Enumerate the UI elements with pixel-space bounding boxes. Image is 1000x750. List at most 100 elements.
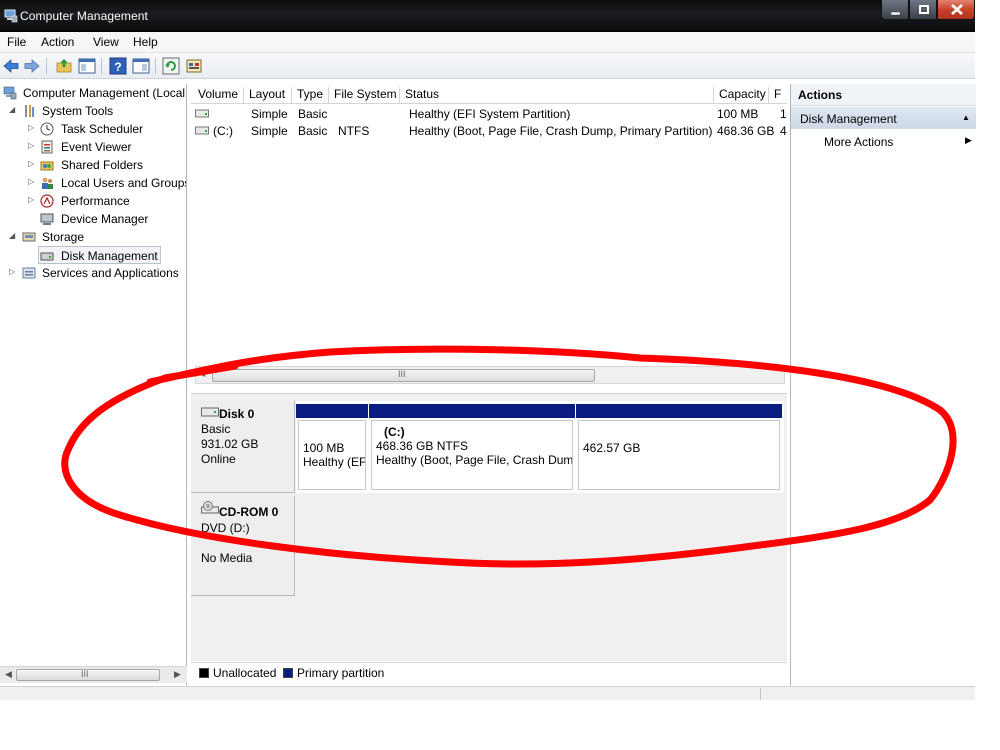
tree-item-performance[interactable]: ▷ Performance [0,192,186,210]
scroll-grip: III [81,669,89,679]
menu-help[interactable]: Help [133,35,158,49]
menu-action[interactable]: Action [41,35,74,49]
tree-item-storage[interactable]: ◢ Storage [0,228,186,246]
disk-type: Basic [201,422,231,436]
disk-name: CD-ROM 0 [219,505,279,519]
tree-item-device-manager[interactable]: Device Manager [0,210,186,228]
column-header-volume[interactable]: Volume [194,87,244,103]
partition-c[interactable]: (C:) 468.36 GB NTFS Healthy (Boot, Page … [369,401,575,493]
disk-status: No Media [201,551,253,565]
tree-label: Device Manager [61,212,149,226]
partition-label: (C:) [384,425,405,439]
back-arrow-icon[interactable] [2,57,20,75]
collapse-up-arrow-icon[interactable]: ▲ [962,113,970,122]
tree-horizontal-scrollbar[interactable]: ◀ III ▶ [0,666,187,683]
tree-label: Computer Management (Local [23,86,186,100]
properties-icon[interactable] [185,57,203,75]
table-row[interactable]: Simple Basic Healthy (EFI System Partiti… [191,105,787,123]
disk-drive-icon [201,407,219,417]
disk-status: Online [201,452,236,466]
tree-label: Task Scheduler [61,122,144,136]
scroll-left-arrow-icon[interactable]: ◀ [5,669,12,680]
tree-item-services-applications[interactable]: ▷ Services and Applications [0,264,186,282]
scroll-left-arrow-icon[interactable]: ◀ [199,369,205,378]
expand-arrow-icon[interactable]: ▷ [9,268,17,276]
tree-label: Disk Management [61,249,158,263]
menu-file[interactable]: File [7,35,26,49]
expand-arrow-icon[interactable]: ▷ [28,160,36,168]
tree-item-local-users-groups[interactable]: ▷ Local Users and Groups [0,174,186,192]
disk-graphical-view: Disk 0 Basic 931.02 GB Online 100 MB Hea… [191,393,787,661]
close-button[interactable] [937,0,975,20]
forward-arrow-icon[interactable] [23,57,41,75]
disk-0-label[interactable]: Disk 0 Basic 931.02 GB Online [191,401,295,493]
partition-size: 100 MB [303,441,345,455]
up-folder-icon[interactable] [55,57,73,75]
expand-arrow-icon[interactable]: ▷ [28,124,36,132]
maximize-button[interactable] [909,0,937,20]
disk-type: DVD (D:) [201,521,250,535]
column-header-layout[interactable]: Layout [245,87,292,103]
minimize-icon [890,11,901,16]
collapse-arrow-icon[interactable]: ◢ [9,232,17,240]
close-icon [951,4,963,15]
partition-body: 100 MB Healthy (EF [298,420,366,490]
svg-text:?: ? [114,60,121,74]
more-actions-item[interactable]: More Actions ▶ [791,131,976,151]
actions-title: Actions [791,84,976,106]
collapse-arrow-icon[interactable]: ◢ [9,106,17,114]
toolbar-separator [101,58,102,74]
cell-free-space: 1 [780,107,787,121]
partition-efi[interactable]: 100 MB Healthy (EF [296,401,368,493]
cell-status: Healthy (Boot, Page File, Crash Dump, Pr… [409,124,713,138]
scroll-right-arrow-icon[interactable]: ▶ [174,669,181,680]
partition-status: Healthy (Boot, Page File, Crash Dum [376,453,573,467]
column-header-free-space[interactable]: F [770,87,787,103]
show-hide-action-pane-icon[interactable] [132,57,150,75]
partition-unnamed[interactable]: 462.57 GB [576,401,784,493]
cdrom-0-label[interactable]: CD-ROM 0 DVD (D:) No Media [191,496,295,596]
actions-section-label: Disk Management [800,112,897,126]
tree-item-task-scheduler[interactable]: ▷ Task Scheduler [0,120,186,138]
column-header-status[interactable]: Status [401,87,714,103]
tree-item-system-tools[interactable]: ◢ System Tools [0,102,186,120]
cell-capacity: 100 MB [717,107,759,121]
refresh-icon[interactable] [162,57,180,75]
tree-label: Storage [42,230,85,244]
expand-arrow-icon[interactable]: ▷ [28,142,36,150]
partition-body: (C:) 468.36 GB NTFS Healthy (Boot, Page … [371,420,573,490]
expand-arrow-icon[interactable]: ▷ [28,178,36,186]
status-bar [0,686,975,700]
tree-label: Event Viewer [61,140,132,154]
scrollbar-thumb[interactable]: III [16,669,160,681]
expand-arrow-icon[interactable]: ▷ [28,196,36,204]
help-icon[interactable]: ? [109,57,127,75]
volume-list-horizontal-scrollbar[interactable]: ◀ III [195,366,785,384]
users-icon [42,177,53,189]
show-hide-tree-icon[interactable] [78,57,96,75]
column-header-type[interactable]: Type [293,87,329,103]
menu-view[interactable]: View [93,35,119,49]
tree-item-shared-folders[interactable]: ▷ Shared Folders [0,156,186,174]
tree-item-computer-management[interactable]: Computer Management (Local [0,84,186,102]
legend-unallocated: Unallocated [213,666,277,680]
minimize-button[interactable] [881,0,909,20]
toolbar-separator [46,58,47,74]
volume-list-header: Volume Layout Type File System Status Ca… [191,84,787,104]
table-row[interactable]: (C:) Simple Basic NTFS Healthy (Boot, Pa… [191,122,787,140]
column-header-capacity[interactable]: Capacity [715,87,769,103]
device-manager-icon [40,213,54,225]
status-separator [760,688,761,700]
tree-label: Performance [61,194,130,208]
event-viewer-icon [41,140,53,154]
disk-drive-icon [40,252,54,261]
menu-bar: File Action View Help [0,32,975,53]
tree-item-disk-management[interactable]: Disk Management [38,246,161,264]
title-bar[interactable]: Computer Management [0,0,975,32]
actions-section-disk-management[interactable]: Disk Management ▲ [791,107,976,129]
scrollbar-thumb[interactable]: III [212,369,595,382]
tree-item-event-viewer[interactable]: ▷ Event Viewer [0,138,186,156]
cell-status: Healthy (EFI System Partition) [409,107,571,121]
column-header-file-system[interactable]: File System [330,87,400,103]
toolbox-icon [25,105,34,117]
